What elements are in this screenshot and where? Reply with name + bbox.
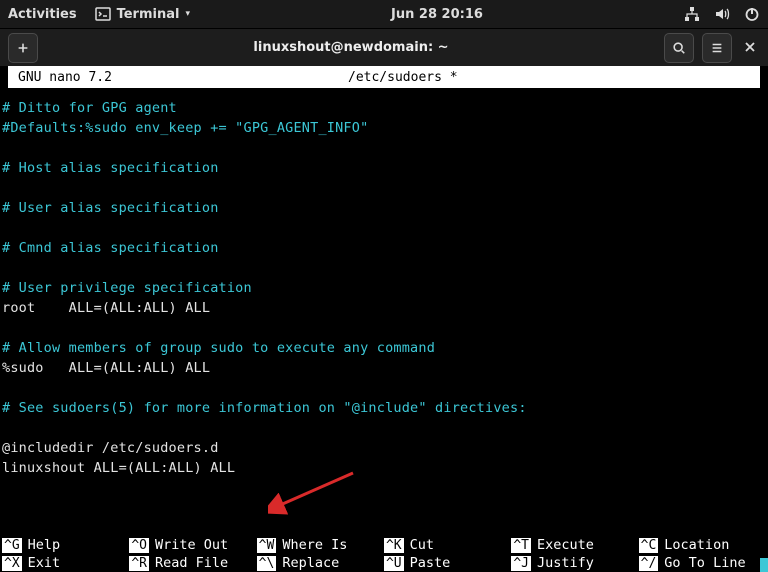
shortcut-key: ^O <box>129 538 149 553</box>
shortcut-label: Location <box>664 537 729 553</box>
shortcut-label: Replace <box>282 555 339 571</box>
shortcut-item: ^\ Replace <box>257 554 384 572</box>
shortcut-label: Read File <box>155 555 228 571</box>
shortcut-item: ^/ Go To Line <box>639 554 766 572</box>
gnome-topbar: Activities Terminal ▾ Jun 28 20:16 <box>0 0 768 28</box>
shortcut-item: ^W Where Is <box>257 536 384 554</box>
terminal-icon <box>95 6 111 22</box>
hamburger-button[interactable] <box>702 33 732 63</box>
shortcut-item: ^X Exit <box>2 554 129 572</box>
network-icon <box>684 6 700 22</box>
clock[interactable]: Jun 28 20:16 <box>190 7 684 22</box>
editor-line: # User privilege specification <box>2 278 766 298</box>
plus-icon <box>16 41 30 55</box>
shortcut-label: Help <box>28 537 61 553</box>
editor-line: # Allow members of group sudo to execute… <box>2 338 766 358</box>
editor-line <box>2 178 766 198</box>
cursor-indicator <box>760 558 768 572</box>
shortcut-label: Go To Line <box>664 555 745 571</box>
editor-line: root ALL=(ALL:ALL) ALL <box>2 298 766 318</box>
shortcut-item: ^K Cut <box>384 536 511 554</box>
shortcut-item: ^G Help <box>2 536 129 554</box>
activities-button[interactable]: Activities <box>8 7 77 22</box>
system-tray[interactable] <box>684 6 760 22</box>
shortcut-label: Justify <box>537 555 594 571</box>
shortcut-column: ^T Execute ^J Justify <box>511 536 638 572</box>
nano-file-label: /etc/sudoers * <box>348 70 458 85</box>
volume-icon <box>714 6 730 22</box>
shortcut-label: Execute <box>537 537 594 553</box>
editor-line: @includedir /etc/sudoers.d <box>2 438 766 458</box>
shortcut-key: ^U <box>384 556 404 571</box>
shortcut-column: ^C Location ^/ Go To Line <box>639 536 766 572</box>
power-icon <box>744 6 760 22</box>
shortcut-key: ^X <box>2 556 22 571</box>
close-button[interactable] <box>740 38 760 57</box>
nano-shortcut-bar: ^G Help ^X Exit ^O Write Out ^R Read File ^W Wher… <box>2 536 766 572</box>
shortcut-key: ^K <box>384 538 404 553</box>
shortcut-item: ^R Read File <box>129 554 256 572</box>
editor-line: # See sudoers(5) for more information on… <box>2 398 766 418</box>
shortcut-column: ^K Cut ^U Paste <box>384 536 511 572</box>
shortcut-label: Paste <box>410 555 451 571</box>
editor-line: # User alias specification <box>2 198 766 218</box>
app-name-label: Terminal <box>117 7 180 22</box>
shortcut-key: ^T <box>511 538 531 553</box>
new-tab-button[interactable] <box>8 33 38 63</box>
shortcut-key: ^J <box>511 556 531 571</box>
editor-line <box>2 318 766 338</box>
editor-line: # Cmnd alias specification <box>2 238 766 258</box>
editor-area[interactable]: # Ditto for GPG agent#Defaults:%sudo env… <box>0 88 768 478</box>
hamburger-icon <box>710 41 724 55</box>
editor-line: # Ditto for GPG agent <box>2 98 766 118</box>
window-title: linuxshout@newdomain: ~ <box>46 40 656 55</box>
close-icon <box>744 41 756 53</box>
editor-line <box>2 418 766 438</box>
shortcut-key: ^R <box>129 556 149 571</box>
terminal-headerbar: linuxshout@newdomain: ~ <box>0 28 768 66</box>
editor-line <box>2 138 766 158</box>
shortcut-label: Cut <box>410 537 434 553</box>
search-button[interactable] <box>664 33 694 63</box>
search-icon <box>672 41 686 55</box>
editor-line <box>2 218 766 238</box>
shortcut-item: ^U Paste <box>384 554 511 572</box>
shortcut-label: Where Is <box>282 537 347 553</box>
app-menu[interactable]: Terminal ▾ <box>95 6 190 22</box>
editor-line <box>2 378 766 398</box>
editor-line: #Defaults:%sudo env_keep += "GPG_AGENT_I… <box>2 118 766 138</box>
editor-line: linuxshout ALL=(ALL:ALL) ALL <box>2 458 766 478</box>
editor-line: %sudo ALL=(ALL:ALL) ALL <box>2 358 766 378</box>
shortcut-item: ^O Write Out <box>129 536 256 554</box>
shortcut-key: ^G <box>2 538 22 553</box>
shortcut-column: ^G Help ^X Exit <box>2 536 129 572</box>
shortcut-item: ^C Location <box>639 536 766 554</box>
editor-line <box>2 258 766 278</box>
nano-titlebar: GNU nano 7.2 /etc/sudoers * <box>8 66 760 88</box>
shortcut-column: ^O Write Out ^R Read File <box>129 536 256 572</box>
shortcut-key: ^W <box>257 538 277 553</box>
shortcut-key: ^C <box>639 538 659 553</box>
shortcut-column: ^W Where Is ^\ Replace <box>257 536 384 572</box>
editor-line: # Host alias specification <box>2 158 766 178</box>
shortcut-key: ^/ <box>639 556 659 571</box>
shortcut-label: Exit <box>28 555 61 571</box>
shortcut-key: ^\ <box>257 556 277 571</box>
nano-app-label: GNU nano 7.2 <box>18 70 348 85</box>
shortcut-item: ^J Justify <box>511 554 638 572</box>
shortcut-label: Write Out <box>155 537 228 553</box>
shortcut-item: ^T Execute <box>511 536 638 554</box>
